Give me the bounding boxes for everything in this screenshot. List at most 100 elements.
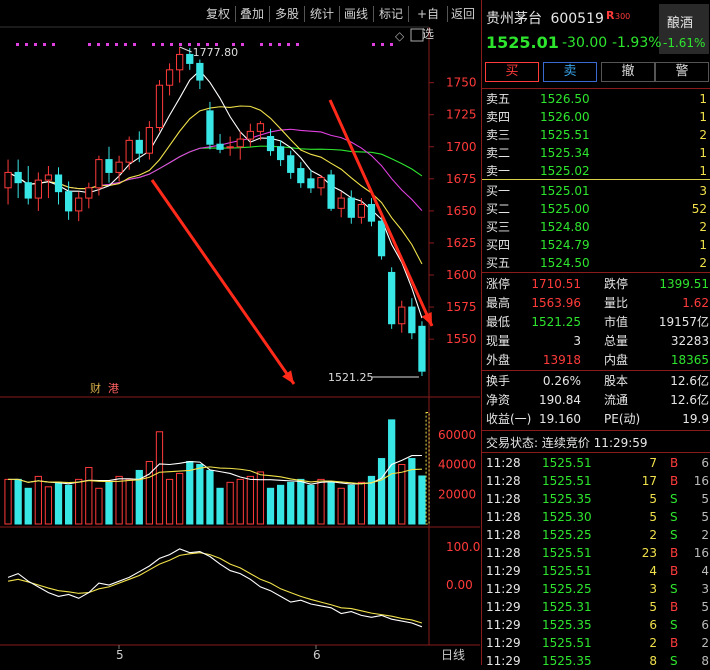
candle-body <box>256 123 265 132</box>
ask-level-3[interactable]: 卖三 1525.51 2 <box>482 126 710 144</box>
ask-level-5[interactable]: 卖一 1525.02 1 <box>482 162 710 180</box>
tick-row[interactable]: 11:28 1525.35 5 S 5 <box>482 490 710 508</box>
tick-side: S <box>670 492 678 506</box>
period-label[interactable]: 日线 <box>441 648 465 662</box>
volume-bar <box>105 481 113 525</box>
bid-volume: 3 <box>699 184 707 198</box>
bid-label: 买三 <box>486 220 511 234</box>
ask-price: 1526.50 <box>540 92 590 106</box>
tick-row[interactable]: 11:29 1525.35 8 S 8 <box>482 652 710 670</box>
ask-level-4[interactable]: 卖二 1525.34 1 <box>482 144 710 162</box>
bid-level-3[interactable]: 买三 1524.80 2 <box>482 218 710 236</box>
toolbar-fuquan-button[interactable]: 复权 <box>203 4 233 24</box>
toolbar-add-watchlist-button[interactable]: +自选 <box>411 4 445 41</box>
alert-button[interactable]: 警 <box>655 62 709 82</box>
tick-volume: 2 <box>649 528 657 542</box>
fund-value: 19.9 <box>682 412 709 426</box>
ask-level-1[interactable]: 卖五 1526.50 1 <box>482 90 710 108</box>
sell-button[interactable]: 卖 <box>543 62 597 82</box>
candle-body <box>24 182 32 199</box>
tick-row[interactable]: 11:28 1525.25 2 S 2 <box>482 526 710 544</box>
event-dot <box>97 43 100 46</box>
candle-body <box>196 62 204 81</box>
volume-bar <box>388 419 396 525</box>
tick-side: S <box>670 528 678 542</box>
volume-bar <box>115 475 123 525</box>
hk-tag[interactable]: 港 <box>108 382 119 395</box>
tick-volume: 23 <box>641 546 657 560</box>
volume-bar <box>145 461 154 525</box>
bid-level-1[interactable]: 买一 1525.01 3 <box>482 182 710 200</box>
bid-level-4[interactable]: 买四 1524.79 1 <box>482 236 710 254</box>
volume-ma5-line <box>8 454 422 485</box>
stat-label: 现量 <box>486 334 511 348</box>
price-tick-label: 1575 <box>446 300 477 314</box>
toolbar-multi-stock-button[interactable]: 多股 <box>272 4 302 24</box>
toolbar-overlay-button[interactable]: 叠加 <box>237 4 267 24</box>
macd-signal-line <box>7 552 423 624</box>
price-tick-label: 1550 <box>446 332 477 346</box>
volume-bar <box>216 487 224 525</box>
tick-row[interactable]: 11:29 1525.51 2 B 2 <box>482 634 710 652</box>
ask-label: 卖一 <box>486 164 511 178</box>
tick-row[interactable]: 11:29 1525.51 4 B 4 <box>482 562 710 580</box>
price-change: -30.00 <box>562 35 608 51</box>
candle-body <box>216 143 224 150</box>
ask-volume: 1 <box>699 146 707 160</box>
cancel-order-button[interactable]: 撤 <box>601 62 655 82</box>
bid-label: 买二 <box>486 202 511 216</box>
volume-bar <box>176 472 184 525</box>
stat-label: 最高 <box>486 296 511 310</box>
sector-box[interactable]: 酿酒 -1.61% <box>659 4 709 54</box>
volume-bar <box>44 486 53 525</box>
event-dot <box>25 43 28 46</box>
tick-side: B <box>670 456 679 470</box>
toolbar-draw-line-button[interactable]: 画线 <box>341 4 371 24</box>
volume-bar <box>377 458 386 525</box>
sector-name: 酿酒 <box>667 16 694 31</box>
tick-count: 3 <box>701 582 709 596</box>
toolbar-back-button[interactable]: 返回 <box>448 4 478 24</box>
volume-bar <box>287 481 295 525</box>
candle-body <box>125 139 133 163</box>
stock-code: 600519 <box>550 11 604 27</box>
ask-volume: 1 <box>699 110 707 124</box>
candle-body <box>135 139 143 154</box>
tick-row[interactable]: 11:28 1525.51 17 B 16 <box>482 472 710 490</box>
tick-row[interactable]: 11:29 1525.25 3 S 3 <box>482 580 710 598</box>
volume-bar <box>75 478 83 525</box>
tick-row[interactable]: 11:29 1525.31 5 B 5 <box>482 598 710 616</box>
volume-bar <box>236 478 244 525</box>
quote-panel: 贵州茅台 600519 R 300 酿酒 -1.61% 1525.01 -30.… <box>481 0 710 668</box>
kline-chart[interactable]: 1750 1725 1700 1675 1650 1625 1600 1575 1550 6000… <box>0 0 480 665</box>
volume-bar <box>34 475 42 525</box>
ask-volume: 2 <box>699 128 707 142</box>
volume-ma10-line <box>8 466 422 485</box>
ask-level-2[interactable]: 卖四 1526.00 1 <box>482 108 710 126</box>
price-tick-label: 1725 <box>446 108 477 122</box>
toolbar-statistics-button[interactable]: 统计 <box>307 4 337 24</box>
tick-row[interactable]: 11:29 1525.35 6 S 6 <box>482 616 710 634</box>
diamond-icon[interactable]: ◇ <box>395 29 405 43</box>
ask-price: 1525.34 <box>540 146 590 160</box>
fund-value: 12.6亿 <box>670 393 709 407</box>
tick-row[interactable]: 11:28 1525.51 23 B 16 <box>482 544 710 562</box>
candle-body <box>64 191 73 212</box>
toolbar-separator <box>304 6 305 22</box>
finance-tag[interactable]: 财 <box>90 381 101 395</box>
ask-price: 1525.02 <box>540 164 590 178</box>
bid-level-5[interactable]: 买五 1524.50 2 <box>482 254 710 272</box>
tick-row[interactable]: 11:28 1525.51 7 B 6 <box>482 454 710 472</box>
tick-row[interactable]: 11:28 1525.30 5 S 5 <box>482 508 710 526</box>
buy-button[interactable]: 买 <box>485 62 539 82</box>
bid-level-2[interactable]: 买二 1525.00 52 <box>482 200 710 218</box>
candle-body <box>85 187 93 199</box>
candle-body <box>367 203 376 222</box>
toolbar-mark-button[interactable]: 标记 <box>376 4 406 24</box>
fund-label: 流通 <box>604 393 629 407</box>
event-dot <box>88 43 91 46</box>
stat-value: 1399.51 <box>659 277 709 291</box>
event-dot <box>52 43 55 46</box>
candle-body <box>357 203 366 218</box>
tick-volume: 7 <box>649 456 657 470</box>
